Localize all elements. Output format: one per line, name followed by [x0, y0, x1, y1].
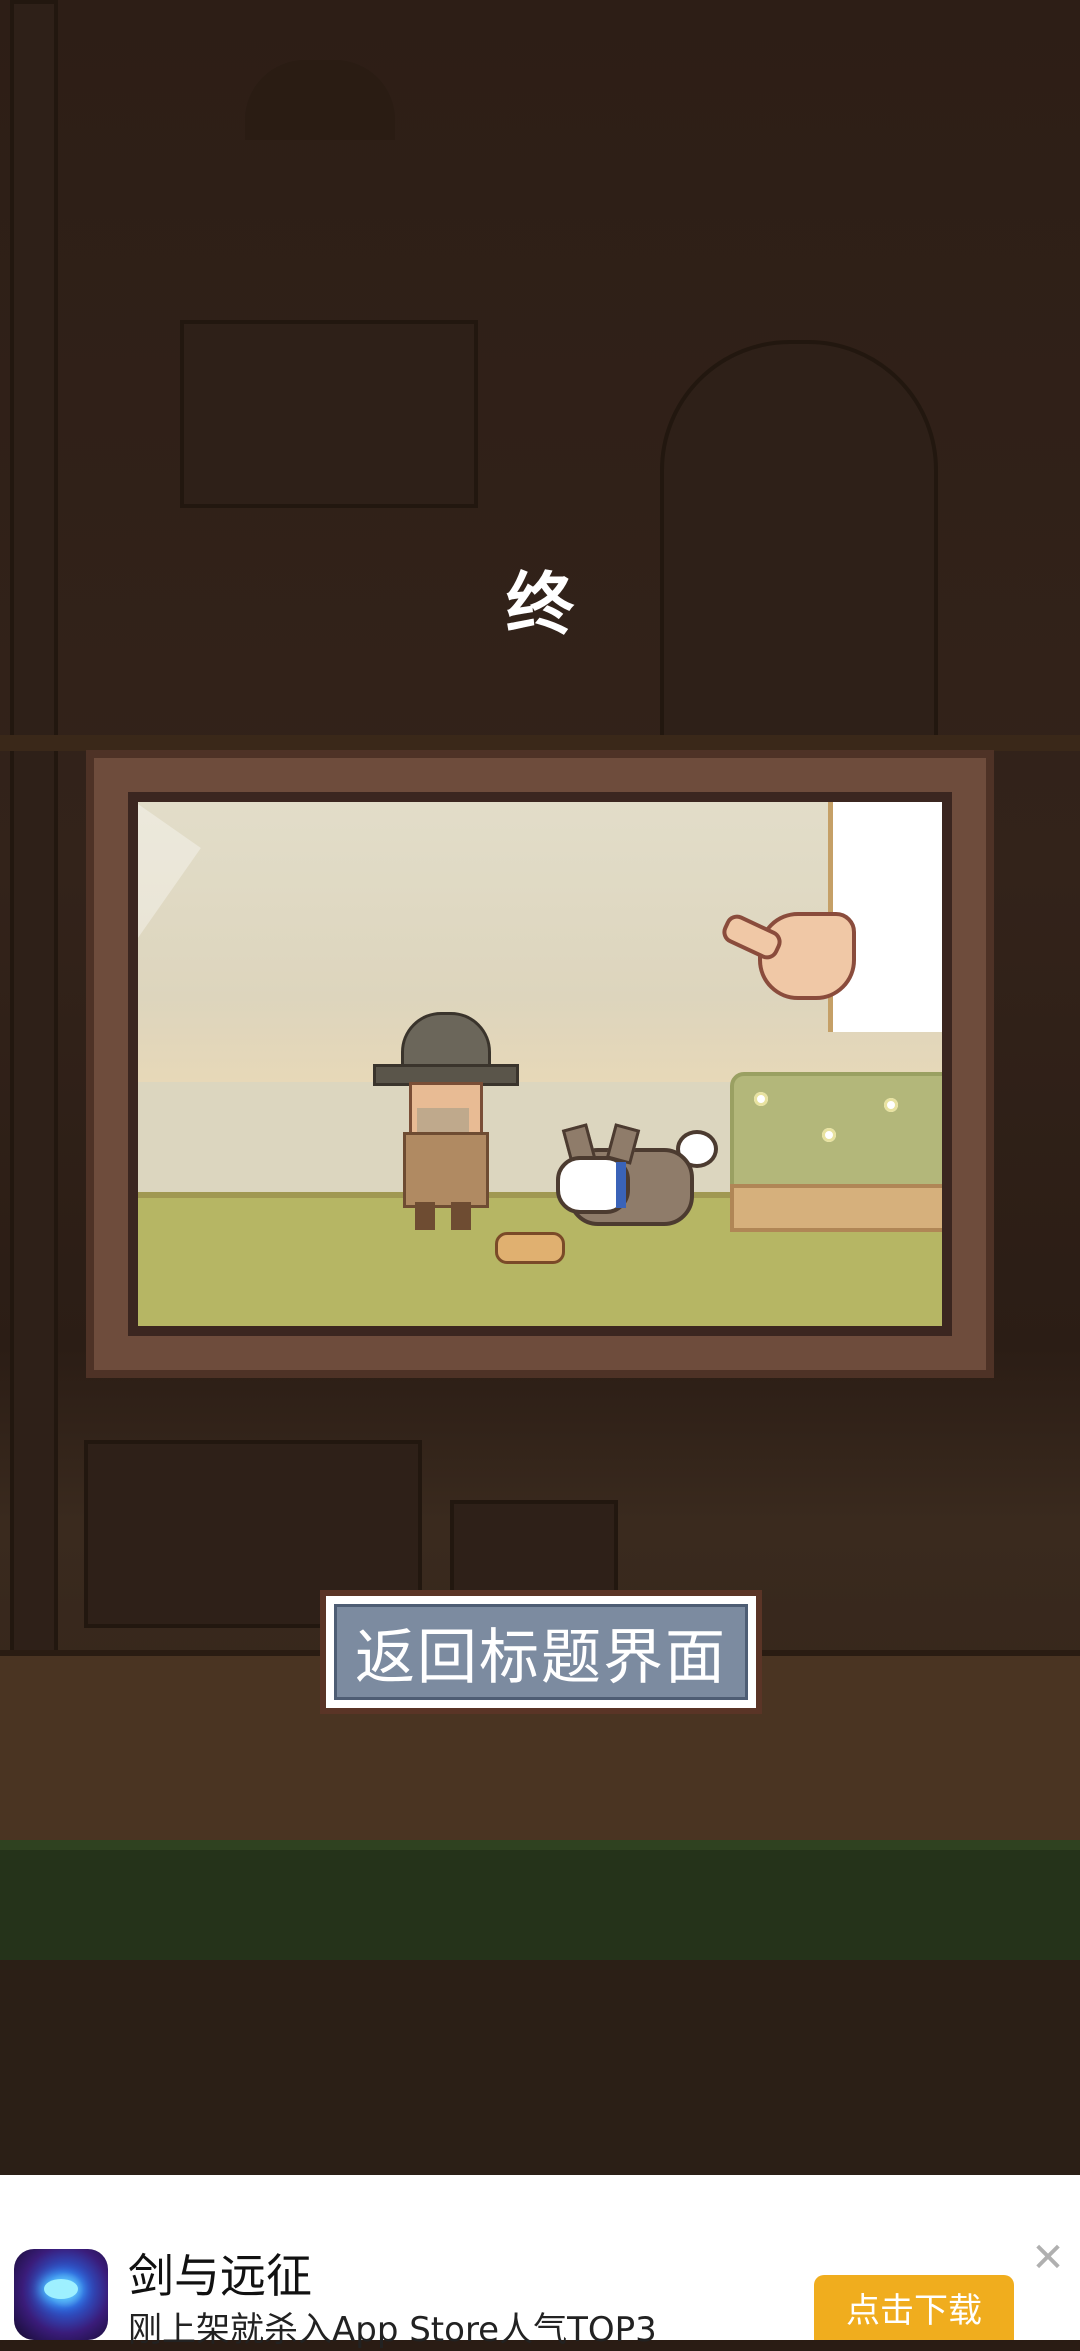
return-button-label: 返回标题界面: [355, 1622, 727, 1693]
return-to-title-button[interactable]: 返回标题界面: [320, 1590, 762, 1714]
dog-character: [548, 1122, 718, 1232]
bone-icon: [495, 1232, 565, 1264]
return-button-face: 返回标题界面: [334, 1604, 748, 1700]
close-icon[interactable]: ✕: [1030, 2238, 1066, 2278]
app-icon-eye: [44, 2279, 78, 2299]
sofa-base: [730, 1184, 942, 1232]
flower-pattern: [822, 1128, 836, 1142]
ceiling-lamp: [245, 60, 395, 140]
shelf-plank: [0, 735, 1080, 751]
download-button[interactable]: 点击下载: [814, 2275, 1014, 2340]
ad-description[interactable]: 刚上架就杀入App Store人气TOP3: [128, 2302, 657, 2351]
dirt-strip: [0, 1960, 1080, 2175]
detective-leg: [415, 1202, 435, 1230]
app-icon[interactable]: [14, 2249, 108, 2340]
flower-pattern: [884, 1098, 898, 1112]
ending-title: 终: [505, 566, 574, 645]
mirror: [660, 340, 938, 748]
grass-strip: [0, 1840, 1080, 1970]
detective-leg: [451, 1202, 471, 1230]
detective-beard: [417, 1108, 469, 1132]
picture-frame: [86, 750, 994, 1378]
flower-pattern: [754, 1092, 768, 1106]
detective-character: [373, 1012, 519, 1232]
ending-scene: [138, 802, 942, 1326]
pointing-hand-icon: [718, 910, 856, 1000]
dog-collar: [616, 1162, 626, 1208]
frame-inner: [128, 792, 952, 1336]
detective-coat: [403, 1132, 489, 1208]
wall-painting: [180, 320, 478, 508]
wall-pillar: [10, 0, 58, 1658]
sofa: [730, 1072, 942, 1192]
ad-title[interactable]: 剑与远征: [128, 2240, 312, 2306]
